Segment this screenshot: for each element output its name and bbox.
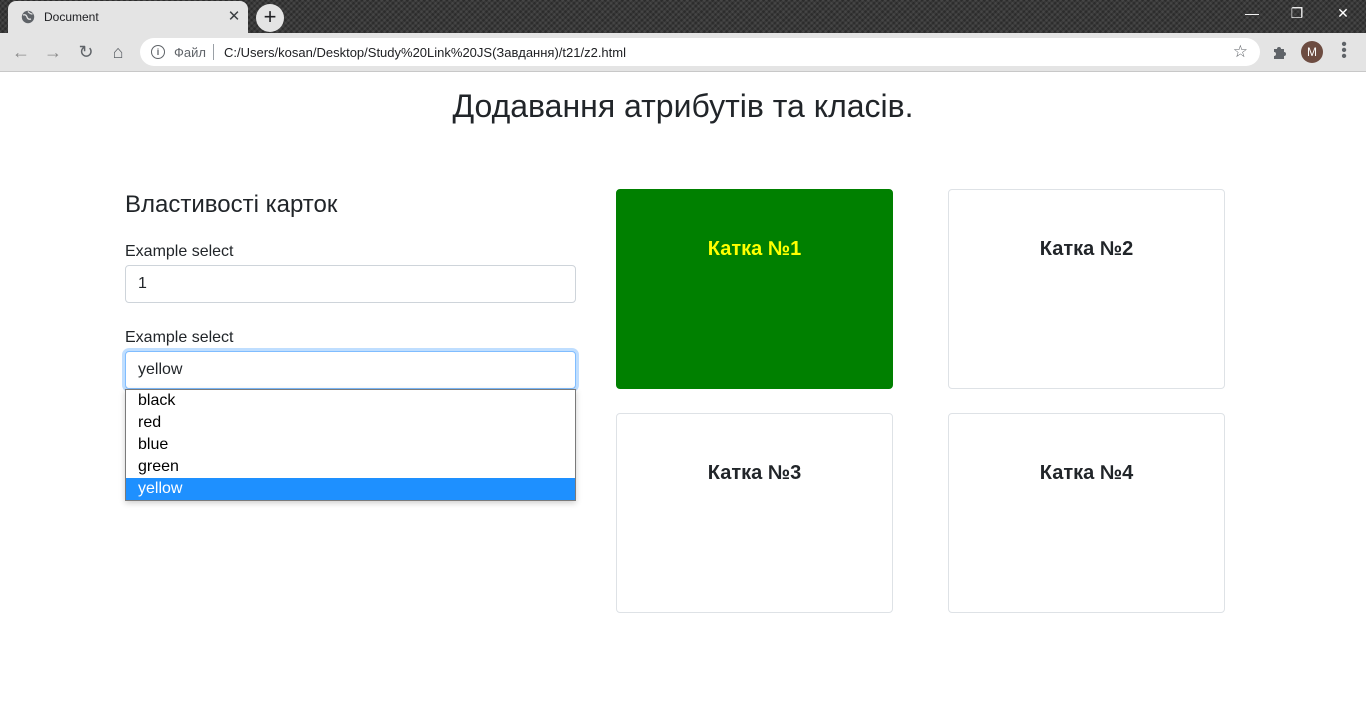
back-arrow-icon[interactable]: ← [10, 41, 32, 63]
new-tab-button[interactable]: + [256, 4, 284, 32]
card-number-select-label: Example select [125, 243, 234, 260]
dropdown-option[interactable]: black [126, 390, 575, 412]
info-icon[interactable]: i [151, 45, 165, 59]
dropdown-option[interactable]: red [126, 412, 575, 434]
card-1: Катка №1 [616, 189, 893, 389]
dropdown-option-selected[interactable]: yellow [126, 478, 575, 500]
color-select-dropdown: black red blue green yellow [125, 389, 576, 501]
globe-icon [21, 10, 35, 24]
card-title: Катка №3 [707, 462, 802, 484]
tab-strip: Document ✕ + — ❐ ✕ [0, 0, 1366, 33]
reload-icon[interactable]: ↻ [75, 41, 97, 63]
dropdown-option[interactable]: blue [126, 434, 575, 456]
card-4: Катка №4 [948, 413, 1225, 613]
address-url[interactable]: C:/Users/kosan/Desktop/Study%20Link%20JS… [224, 45, 626, 60]
card-title: Катка №4 [1039, 462, 1134, 484]
card-3: Катка №3 [616, 413, 893, 613]
browser-tab[interactable]: Document ✕ [8, 1, 248, 33]
page-title: Додавання атрибутів та класів. [452, 88, 914, 124]
extensions-puzzle-icon[interactable] [1271, 43, 1289, 61]
card-number-select[interactable]: 1 [125, 265, 576, 303]
bookmark-star-icon[interactable]: ☆ [1233, 42, 1248, 62]
card-title: Катка №1 [707, 238, 802, 260]
address-scheme: Файл [174, 45, 206, 60]
tab-title: Document [44, 10, 99, 24]
panel-heading: Властивості карток [125, 191, 338, 218]
minimize-window-button[interactable]: — [1237, 5, 1267, 21]
color-select-label: Example select [125, 329, 234, 346]
card-title: Катка №2 [1039, 238, 1134, 260]
profile-avatar[interactable]: M [1301, 41, 1323, 63]
dropdown-option[interactable]: green [126, 456, 575, 478]
address-separator [213, 44, 214, 60]
forward-arrow-icon[interactable]: → [42, 41, 64, 63]
card-2: Катка №2 [948, 189, 1225, 389]
tab-close-icon[interactable]: ✕ [226, 9, 242, 25]
browser-toolbar: ← → ↻ ⌂ i Файл C:/Users/kosan/Desktop/St… [0, 33, 1366, 72]
home-icon[interactable]: ⌂ [107, 41, 129, 63]
close-window-button[interactable]: ✕ [1328, 5, 1358, 22]
card-properties-panel: Властивості карток Example select 1 Exam… [125, 190, 576, 501]
color-select[interactable]: yellow [125, 351, 576, 389]
address-bar[interactable]: i Файл C:/Users/kosan/Desktop/Study%20Li… [140, 38, 1260, 66]
restore-window-button[interactable]: ❐ [1282, 5, 1312, 22]
browser-menu-icon[interactable]: • • • [1338, 37, 1350, 65]
